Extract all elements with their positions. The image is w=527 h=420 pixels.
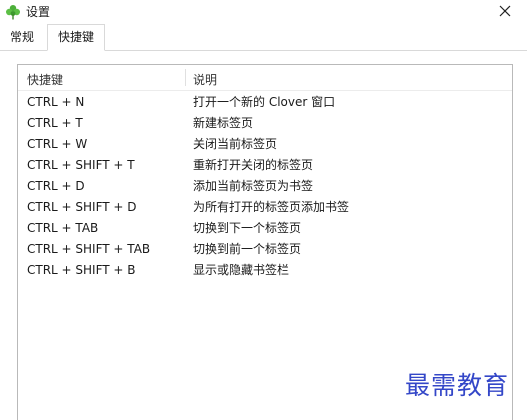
shortcut-description: 打开一个新的 Clover 窗口 [193,95,336,109]
shortcut-key: CTRL + SHIFT + TAB [27,242,151,256]
shortcut-description: 添加当前标签页为书签 [193,179,314,193]
shortcut-key: CTRL + W [27,137,88,151]
list-item[interactable]: CTRL + SHIFT + D 为所有打开的标签页添加书签 [18,197,512,218]
shortcut-description: 显示或隐藏书签栏 [193,263,290,277]
list-item[interactable]: CTRL + D 添加当前标签页为书签 [18,176,512,197]
list-item[interactable]: CTRL + TAB 切换到下一个标签页 [18,218,512,239]
list-item[interactable]: CTRL + SHIFT + B 显示或隐藏书签栏 [18,260,512,281]
shortcut-description: 切换到下一个标签页 [193,221,302,235]
tab-content: 快捷键 说明 CTRL + N 打开一个新的 Clover 窗口 CTRL + … [0,51,527,420]
shortcut-description: 为所有打开的标签页添加书签 [193,200,350,214]
shortcut-key: CTRL + TAB [27,221,99,235]
column-header-description[interactable]: 说明 [193,71,217,88]
list-item[interactable]: CTRL + N 打开一个新的 Clover 窗口 [18,92,512,113]
tab-general[interactable]: 常规 [2,26,42,48]
clover-icon [5,4,21,20]
shortcut-key: CTRL + N [27,95,85,109]
list-item[interactable]: CTRL + W 关闭当前标签页 [18,134,512,155]
shortcut-key: CTRL + SHIFT + D [27,200,137,214]
list-item[interactable]: CTRL + SHIFT + T 重新打开关闭的标签页 [18,155,512,176]
list-header: 快捷键 说明 [18,65,512,91]
list-item[interactable]: CTRL + T 新建标签页 [18,113,512,134]
close-button[interactable] [483,0,527,24]
tab-bar: 常规 快捷键 [0,24,527,51]
shortcut-description: 新建标签页 [193,116,254,130]
title-bar: 设置 [0,0,527,24]
shortcut-description: 切换到前一个标签页 [193,242,302,256]
shortcut-list: 快捷键 说明 CTRL + N 打开一个新的 Clover 窗口 CTRL + … [17,64,513,420]
column-divider[interactable] [185,69,186,86]
shortcut-description: 重新打开关闭的标签页 [193,158,314,172]
window-title: 设置 [26,5,51,19]
close-icon [499,5,511,20]
watermark: 最需教育 [405,371,510,400]
shortcut-key: CTRL + SHIFT + B [27,263,136,277]
list-rows: CTRL + N 打开一个新的 Clover 窗口 CTRL + T 新建标签页… [18,92,512,281]
tab-shortcuts[interactable]: 快捷键 [47,24,106,51]
shortcut-key: CTRL + SHIFT + T [27,158,135,172]
list-item[interactable]: CTRL + SHIFT + TAB 切换到前一个标签页 [18,239,512,260]
shortcut-key: CTRL + D [27,179,85,193]
shortcut-key: CTRL + T [27,116,83,130]
column-header-shortcut[interactable]: 快捷键 [27,71,63,88]
shortcut-description: 关闭当前标签页 [193,137,278,151]
